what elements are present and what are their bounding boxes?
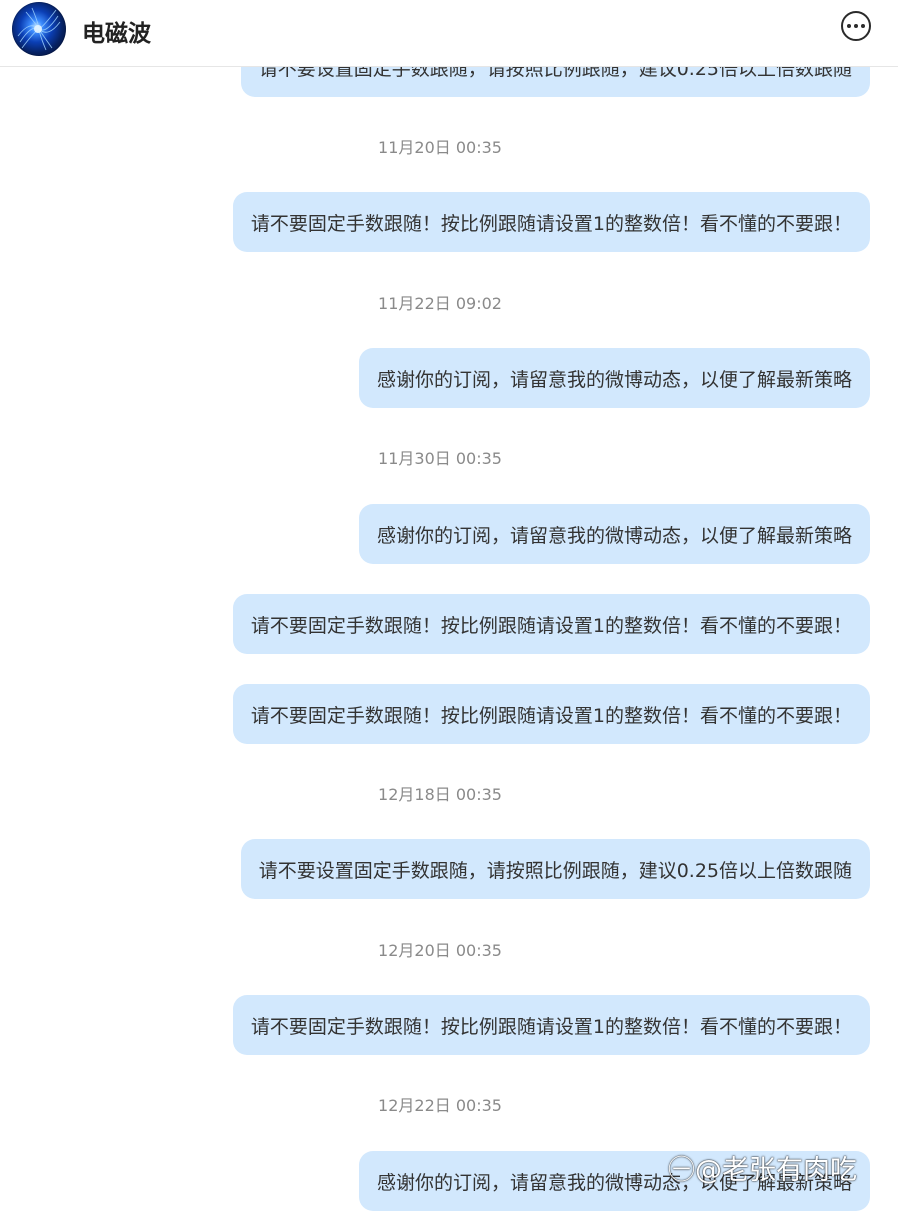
- message-timestamp: 11月20日 00:35: [378, 138, 502, 157]
- dot: [861, 24, 865, 28]
- message-bubble[interactable]: 请不要固定手数跟随！按比例跟随请设置1的整数倍！看不懂的不要跟！: [232, 995, 870, 1055]
- message-timestamp: 12月22日 00:35: [378, 1096, 502, 1115]
- avatar[interactable]: [12, 2, 66, 56]
- message-timestamp: 12月18日 00:35: [378, 785, 502, 804]
- dot: [847, 24, 851, 28]
- dot: [854, 24, 858, 28]
- more-options-icon[interactable]: [841, 11, 871, 41]
- contact-name: 电磁波: [82, 21, 151, 47]
- message-bubble[interactable]: 请不要固定手数跟随！按比例跟随请设置1的整数倍！看不懂的不要跟！: [232, 684, 870, 744]
- message-bubble[interactable]: 感谢你的订阅，请留意我的微博动态，以便了解最新策略: [358, 348, 870, 408]
- electromagnetic-wave-icon: [17, 7, 61, 51]
- watermark: ㊀@老张有肉吃: [668, 1155, 857, 1186]
- message-bubble[interactable]: 请不要固定手数跟随！按比例跟随请设置1的整数倍！看不懂的不要跟！: [232, 594, 870, 654]
- message-bubble[interactable]: 感谢你的订阅，请留意我的微博动态，以便了解最新策略: [358, 504, 870, 564]
- message-bubble[interactable]: 请不要固定手数跟随！按比例跟随请设置1的整数倍！看不懂的不要跟！: [232, 192, 870, 252]
- message-timestamp: 12月20日 00:35: [378, 941, 502, 960]
- message-timestamp: 11月30日 00:35: [378, 449, 502, 468]
- chat-history[interactable]: 请不要设置固定手数跟随，请按照比例跟随，建议0.25倍以上倍数跟随 11月20日…: [0, 0, 898, 1224]
- message-timestamp: 11月22日 09:02: [378, 294, 502, 313]
- message-bubble[interactable]: 请不要设置固定手数跟随，请按照比例跟随，建议0.25倍以上倍数跟随: [240, 839, 870, 899]
- chat-header: 电磁波: [0, 0, 898, 67]
